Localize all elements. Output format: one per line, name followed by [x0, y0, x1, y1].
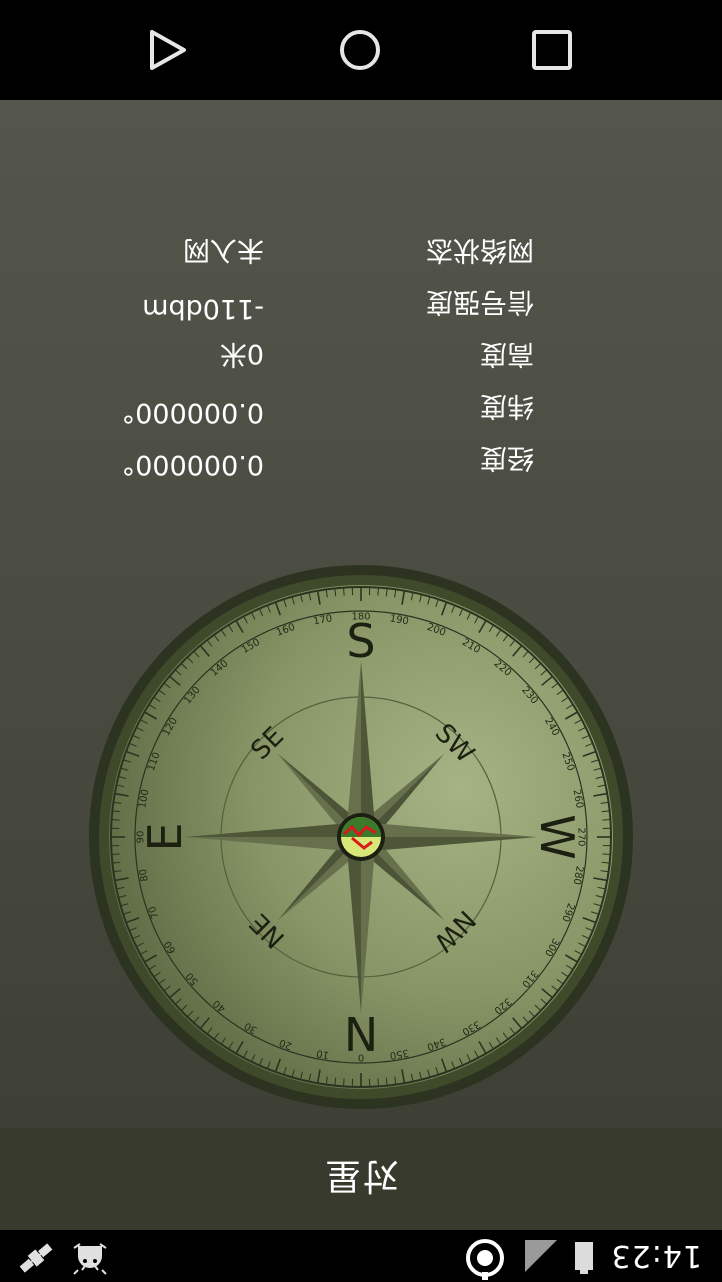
latitude-label: 纬度 [480, 390, 534, 421]
title-bar: 对星 [0, 1128, 722, 1230]
status-bar: 14:23 [0, 1230, 722, 1282]
compass-label-n: N [344, 1006, 378, 1060]
navigation-bar [0, 0, 722, 100]
compass-degree-label: 80 [138, 868, 151, 882]
compass: 0 10 20 30 40 50 60 70 80 90 100 110 120 130 140 150 160… [88, 564, 634, 1110]
signal-strength-label: 信号强度 [426, 286, 534, 317]
compass-tick [377, 587, 379, 596]
altitude-label: 高度 [480, 338, 534, 369]
signal-icon [524, 1240, 557, 1272]
compass-tick [602, 853, 611, 855]
longitude-value: 0.000000° [121, 449, 264, 480]
latitude-value: 0.000000° [121, 397, 264, 428]
recents-button[interactable] [530, 28, 574, 72]
compass-label-s: S [346, 614, 375, 668]
compass-label-w: W [530, 814, 584, 859]
altitude-value: 0米 [219, 338, 264, 369]
clock: 14:23 [610, 1238, 702, 1274]
compass-dial: 0102030405060708090100110120130140150160… [89, 565, 633, 1109]
screen: 14:23 对星 0 10 20 30 40 50 60 70 80 90 10… [0, 0, 722, 1282]
signal-strength-value: -110dbm [142, 293, 264, 324]
home-icon [340, 30, 380, 70]
compass-tick [111, 853, 120, 855]
compass-tick [377, 1078, 379, 1087]
compass-label-e: E [138, 822, 192, 851]
network-status-value: 未入网 [183, 234, 264, 265]
status-bar-left: 14:23 [463, 1230, 702, 1282]
compass-degree-label: 10 [316, 1047, 330, 1060]
android-debug-icon [70, 1234, 110, 1278]
info-row-latitude: 纬度 0.000000° [0, 388, 722, 428]
info-row-network: 网络状态 未入网 [0, 232, 722, 272]
info-row-signal: 信号强度 -110dbm [0, 284, 722, 324]
compass-tick [343, 1078, 345, 1087]
network-status-label: 网络状态 [426, 234, 534, 265]
status-bar-right [16, 1230, 110, 1282]
battery-icon [574, 1242, 593, 1270]
back-icon [150, 30, 186, 70]
longitude-label: 经度 [480, 442, 534, 473]
compass-center-badge [337, 813, 385, 861]
compass-tick [602, 819, 611, 821]
gps-target-icon [463, 1232, 507, 1280]
compass-tick [343, 587, 345, 596]
recents-icon [532, 30, 572, 70]
back-button[interactable] [146, 28, 190, 72]
compass-tick [111, 819, 120, 821]
info-row-longitude: 经度 0.000000° [0, 440, 722, 480]
info-row-altitude: 高度 0米 [0, 336, 722, 376]
main-content: 0 10 20 30 40 50 60 70 80 90 100 110 120 130 140 150 160… [0, 100, 722, 1128]
satellite-icon [16, 1234, 56, 1278]
home-button[interactable] [338, 28, 382, 72]
page-title: 对星 [323, 1155, 400, 1196]
